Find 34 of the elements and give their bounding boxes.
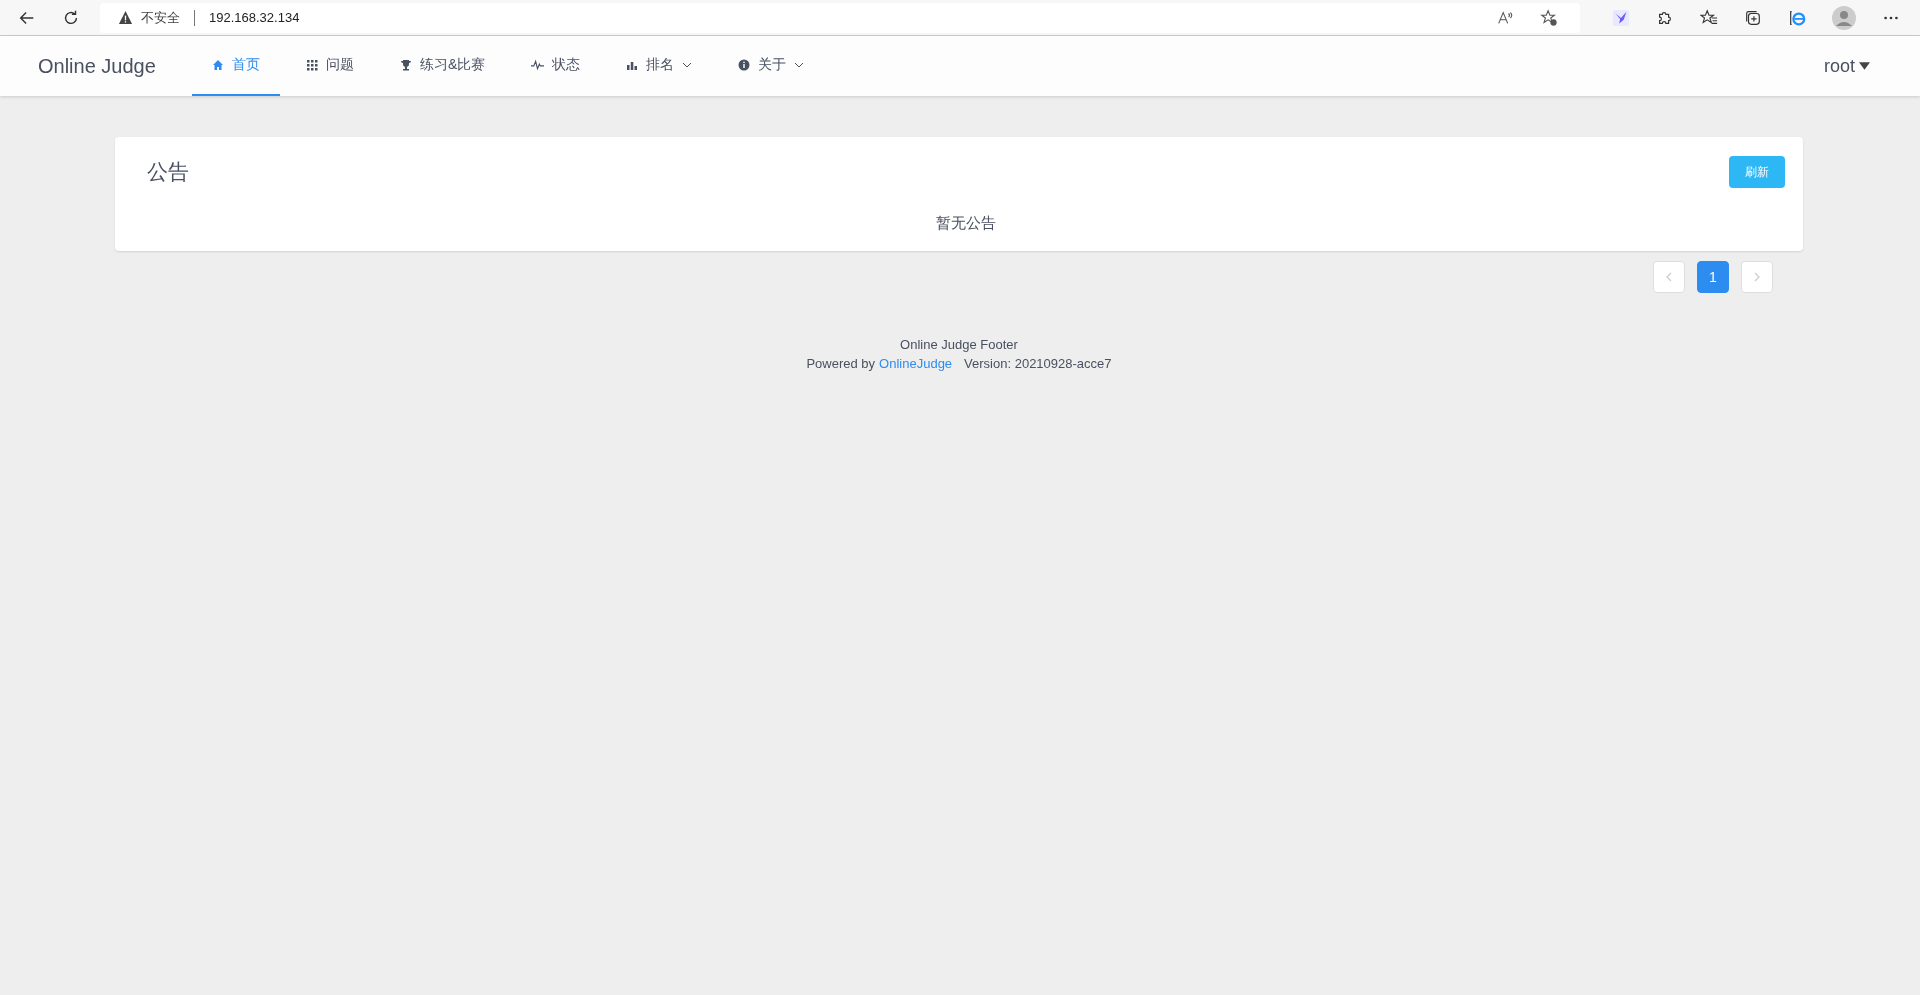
info-icon bbox=[738, 59, 751, 71]
version-text: Version: 20210928-acce7 bbox=[964, 356, 1112, 371]
grid-icon bbox=[305, 59, 318, 71]
favorites-icon[interactable] bbox=[1700, 8, 1718, 27]
nav-tab[interactable]: 首页 bbox=[191, 36, 280, 96]
empty-message: 暂无公告 bbox=[936, 214, 996, 231]
site-logo[interactable]: Online Judge bbox=[38, 54, 156, 78]
nav-tab[interactable]: 问题 bbox=[285, 36, 374, 96]
bar-chart-icon bbox=[626, 59, 639, 71]
nav-tab[interactable]: 状态 bbox=[511, 36, 601, 96]
home-icon bbox=[211, 59, 224, 71]
collections-icon[interactable] bbox=[1744, 8, 1762, 27]
chevron-down-icon bbox=[794, 62, 805, 68]
card-title: 公告 bbox=[147, 159, 189, 185]
pulse-icon bbox=[531, 59, 545, 71]
chevron-right-icon bbox=[1754, 272, 1760, 282]
url-text: 192.168.32.134 bbox=[209, 10, 300, 25]
nav-tab[interactable]: 关于 bbox=[718, 36, 825, 96]
nav-tab[interactable]: 练习&比赛 bbox=[379, 36, 506, 96]
footer-title: Online Judge Footer bbox=[900, 337, 1018, 352]
profile-avatar-icon[interactable] bbox=[1832, 5, 1856, 30]
caret-down-icon bbox=[1859, 62, 1870, 70]
warning-icon bbox=[118, 10, 133, 25]
trophy-icon bbox=[399, 59, 412, 71]
reload-icon[interactable] bbox=[62, 8, 80, 27]
chevron-down-icon bbox=[682, 62, 693, 68]
bird-extension-icon[interactable] bbox=[1612, 8, 1630, 27]
address-bar[interactable]: 不安全 192.168.32.134 bbox=[100, 2, 1580, 33]
powered-by-text: Powered by bbox=[806, 356, 876, 371]
add-favorite-icon[interactable] bbox=[1540, 8, 1558, 27]
security-label: 不安全 bbox=[141, 8, 180, 27]
user-menu[interactable]: root bbox=[1823, 55, 1870, 77]
nav-tab[interactable]: 排名 bbox=[606, 36, 713, 96]
chevron-left-icon bbox=[1666, 272, 1672, 282]
